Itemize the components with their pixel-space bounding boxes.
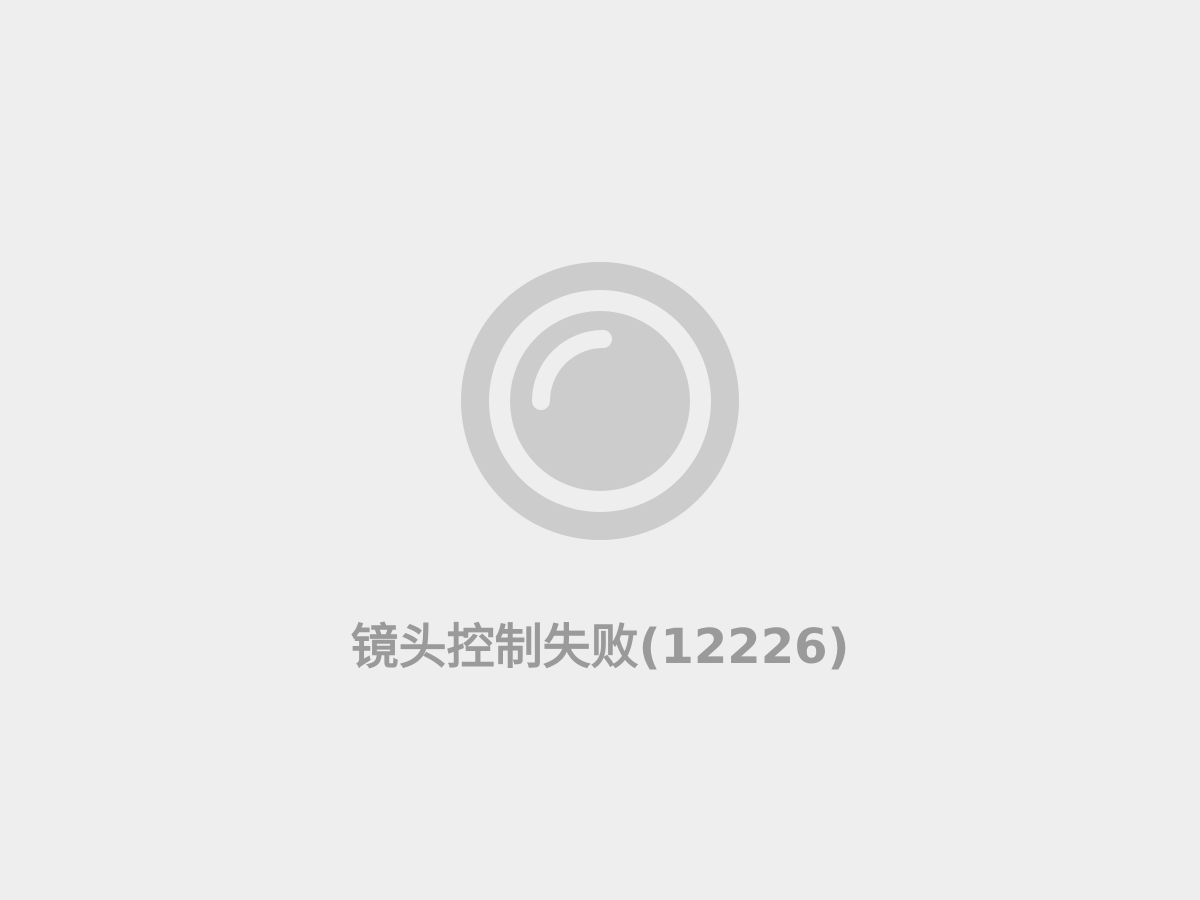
error-message: 镜头控制失败(12226) <box>350 619 850 675</box>
camera-lens-icon <box>460 261 740 541</box>
camera-error-screen: 镜头控制失败(12226) <box>0 0 1200 900</box>
